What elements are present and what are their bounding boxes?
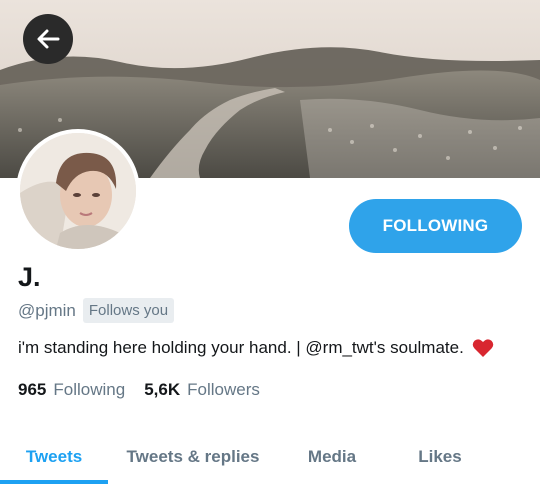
active-tab-indicator (0, 480, 108, 484)
followers-count[interactable]: 5,6K (144, 380, 180, 400)
follows-you-badge: Follows you (82, 298, 175, 323)
tab-media[interactable]: Media (278, 432, 386, 482)
tab-tweets[interactable]: Tweets (0, 432, 108, 482)
avatar-photo (20, 133, 136, 249)
follow-stats: 965 Following 5,6K Followers (18, 380, 260, 400)
handle-row: @pjmin Follows you (18, 298, 175, 323)
followers-label[interactable]: Followers (187, 380, 260, 400)
arrow-left-icon (37, 29, 60, 49)
bio: i'm standing here holding your hand. | @… (18, 338, 494, 358)
bio-text: i'm standing here holding your hand. | @… (18, 338, 464, 357)
tab-tweets-and-replies[interactable]: Tweets & replies (108, 432, 278, 482)
following-count[interactable]: 965 (18, 380, 46, 400)
back-button[interactable] (23, 14, 73, 64)
user-handle: @pjmin (18, 300, 76, 320)
heart-icon (472, 338, 494, 358)
profile-tabs: Tweets Tweets & replies Media Likes (0, 432, 540, 484)
following-label[interactable]: Following (53, 380, 125, 400)
avatar[interactable] (16, 129, 140, 253)
display-name: J. (18, 262, 41, 292)
tab-likes[interactable]: Likes (386, 432, 494, 482)
following-button[interactable]: FOLLOWING (349, 199, 522, 253)
